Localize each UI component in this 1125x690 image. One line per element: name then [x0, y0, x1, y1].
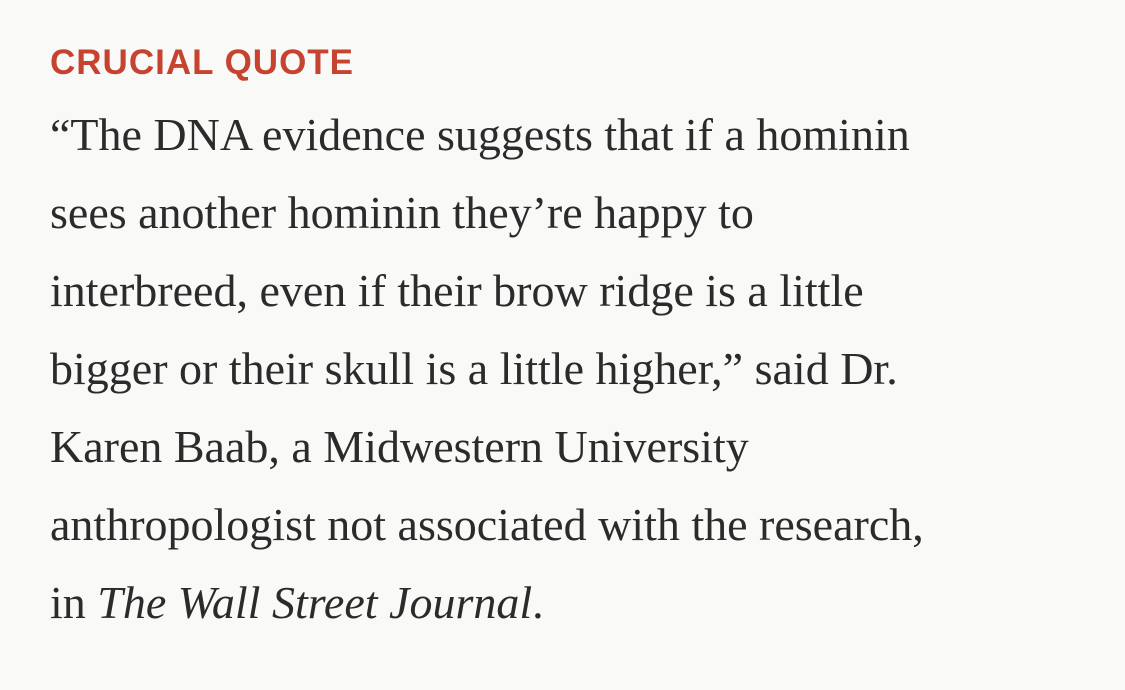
quote-line: Karen Baab, a Midwestern University — [50, 421, 749, 472]
quote-line: “The DNA evidence suggests that if a hom… — [50, 109, 910, 160]
publication-name: The Wall Street Journal — [97, 577, 533, 628]
quote-line: bigger or their skull is a little higher… — [50, 343, 898, 394]
quote-line: anthropologist not associated with the r… — [50, 499, 924, 550]
quote-line: sees another hominin they’re happy to — [50, 187, 754, 238]
quote-line-prefix: in — [50, 577, 98, 628]
quote-line: interbreed, even if their brow ridge is … — [50, 265, 864, 316]
quote-line-suffix: . — [532, 577, 544, 628]
section-label: CRUCIAL QUOTE — [50, 43, 355, 82]
quote-card: CRUCIAL QUOTE “The DNA evidence suggests… — [50, 38, 1090, 642]
quote-text: “The DNA evidence suggests that if a hom… — [50, 96, 1090, 642]
